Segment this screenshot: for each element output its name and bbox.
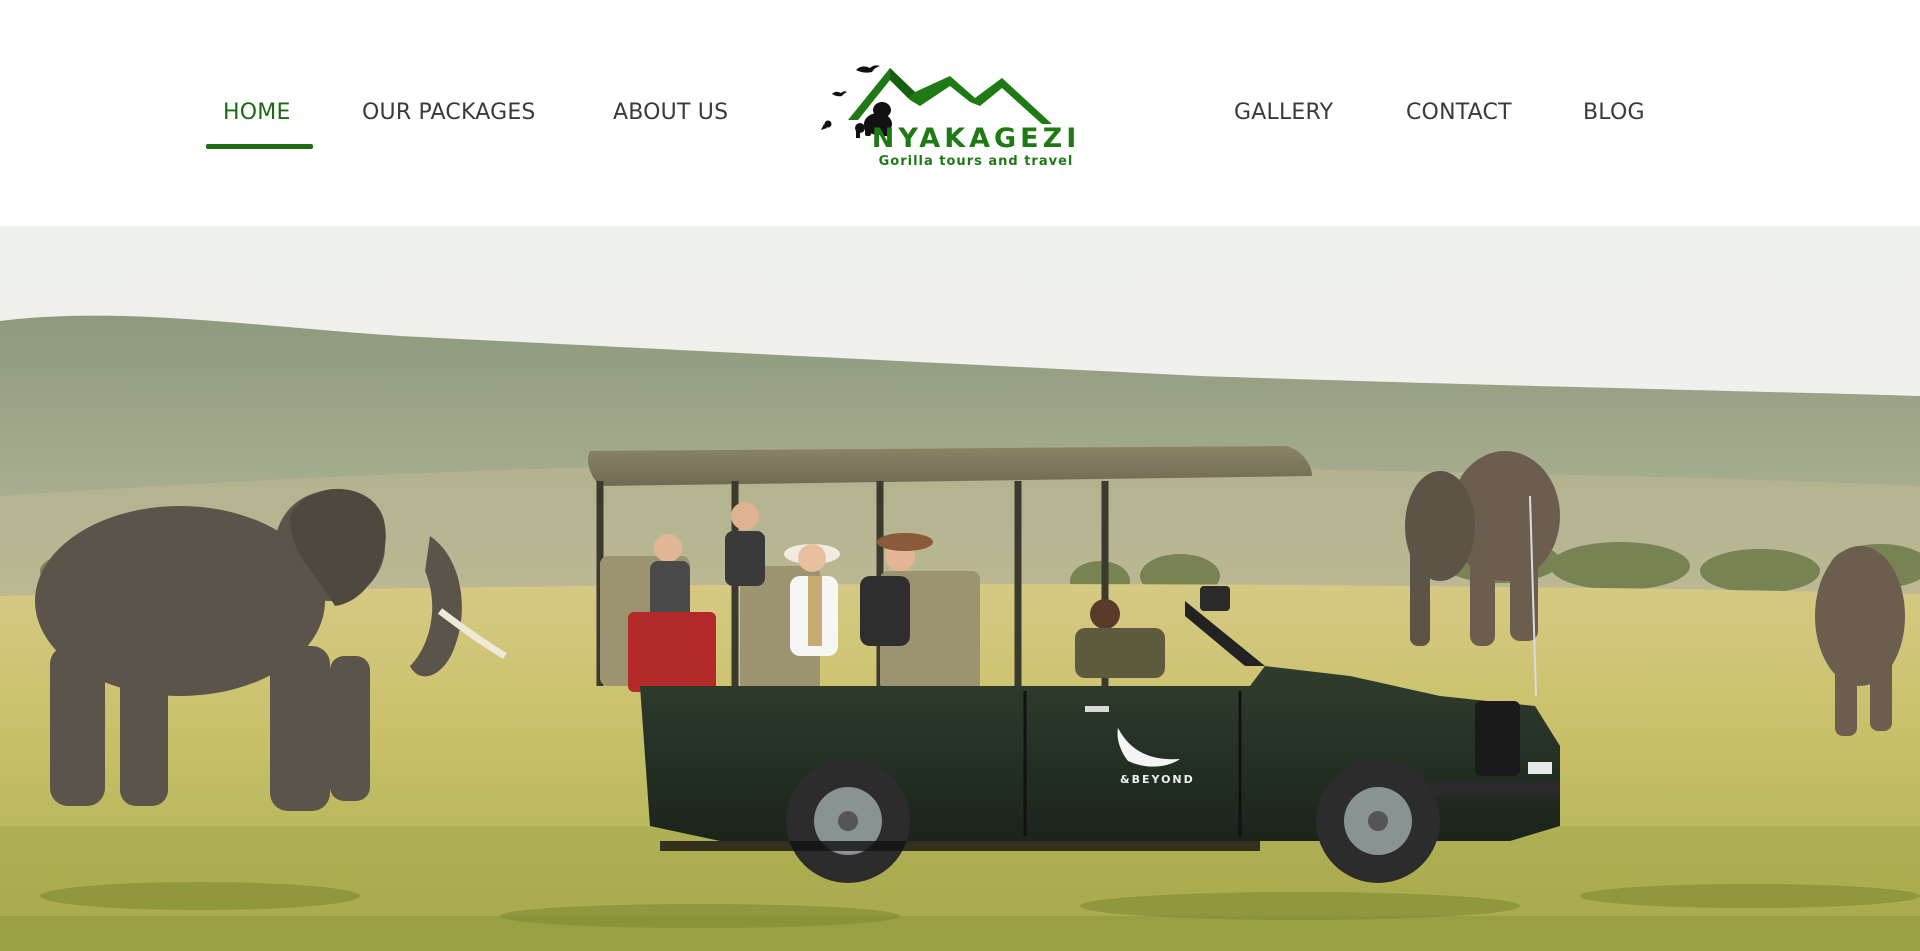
vehicle-door-text: &BEYOND xyxy=(1120,773,1195,786)
site-logo[interactable]: NYAKAGEZI Gorilla tours and travel xyxy=(820,58,1095,173)
nav-item-contact[interactable]: CONTACT xyxy=(1406,98,1512,128)
nav-item-our-packages[interactable]: OUR PACKAGES xyxy=(362,98,536,128)
nav-item-gallery[interactable]: GALLERY xyxy=(1234,98,1333,128)
site-header: HOME OUR PACKAGES ABOUT US NYAKAGEZI Gor… xyxy=(0,0,1920,226)
logo-name: NYAKAGEZI xyxy=(871,123,1081,154)
logo-tagline: Gorilla tours and travel xyxy=(878,154,1074,169)
hero-image: &BEYOND xyxy=(0,226,1920,951)
nav-item-about-us[interactable]: ABOUT US xyxy=(613,98,728,128)
nav-item-blog[interactable]: BLOG xyxy=(1583,98,1645,128)
active-nav-indicator xyxy=(206,144,313,149)
nav-item-home[interactable]: HOME xyxy=(223,98,291,128)
safari-scene-illustration: &BEYOND xyxy=(0,226,1920,951)
